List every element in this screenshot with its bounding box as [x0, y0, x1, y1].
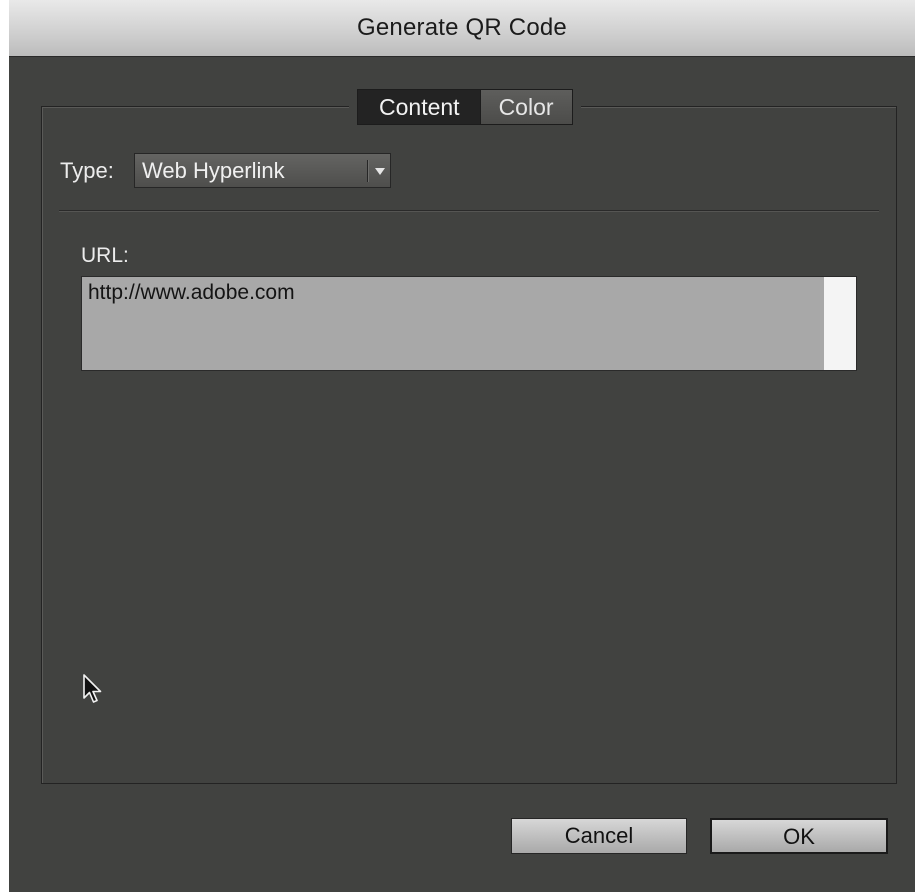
tab-bar: Content Color [349, 89, 581, 125]
type-label: Type: [60, 158, 114, 183]
section-divider [59, 210, 879, 211]
type-dropdown-value: Web Hyperlink [142, 158, 285, 183]
window-title: Generate QR Code [357, 14, 567, 41]
cancel-button[interactable]: Cancel [511, 818, 687, 854]
chevron-down-icon [375, 168, 385, 175]
mouse-pointer-icon [83, 674, 102, 703]
type-dropdown[interactable]: Web Hyperlink [134, 153, 391, 188]
ok-button[interactable]: OK [710, 818, 888, 854]
url-scrollbar[interactable] [824, 277, 856, 370]
dropdown-divider [367, 160, 368, 182]
title-bar[interactable]: Generate QR Code [9, 0, 915, 57]
url-label: URL: [81, 244, 129, 267]
tab-content[interactable]: Content [357, 89, 480, 125]
qr-code-dialog: Generate QR Code Content Color Type: Web… [9, 0, 915, 892]
tab-color[interactable]: Color [479, 89, 573, 125]
url-input[interactable] [81, 276, 857, 371]
content-group-box [41, 106, 897, 784]
